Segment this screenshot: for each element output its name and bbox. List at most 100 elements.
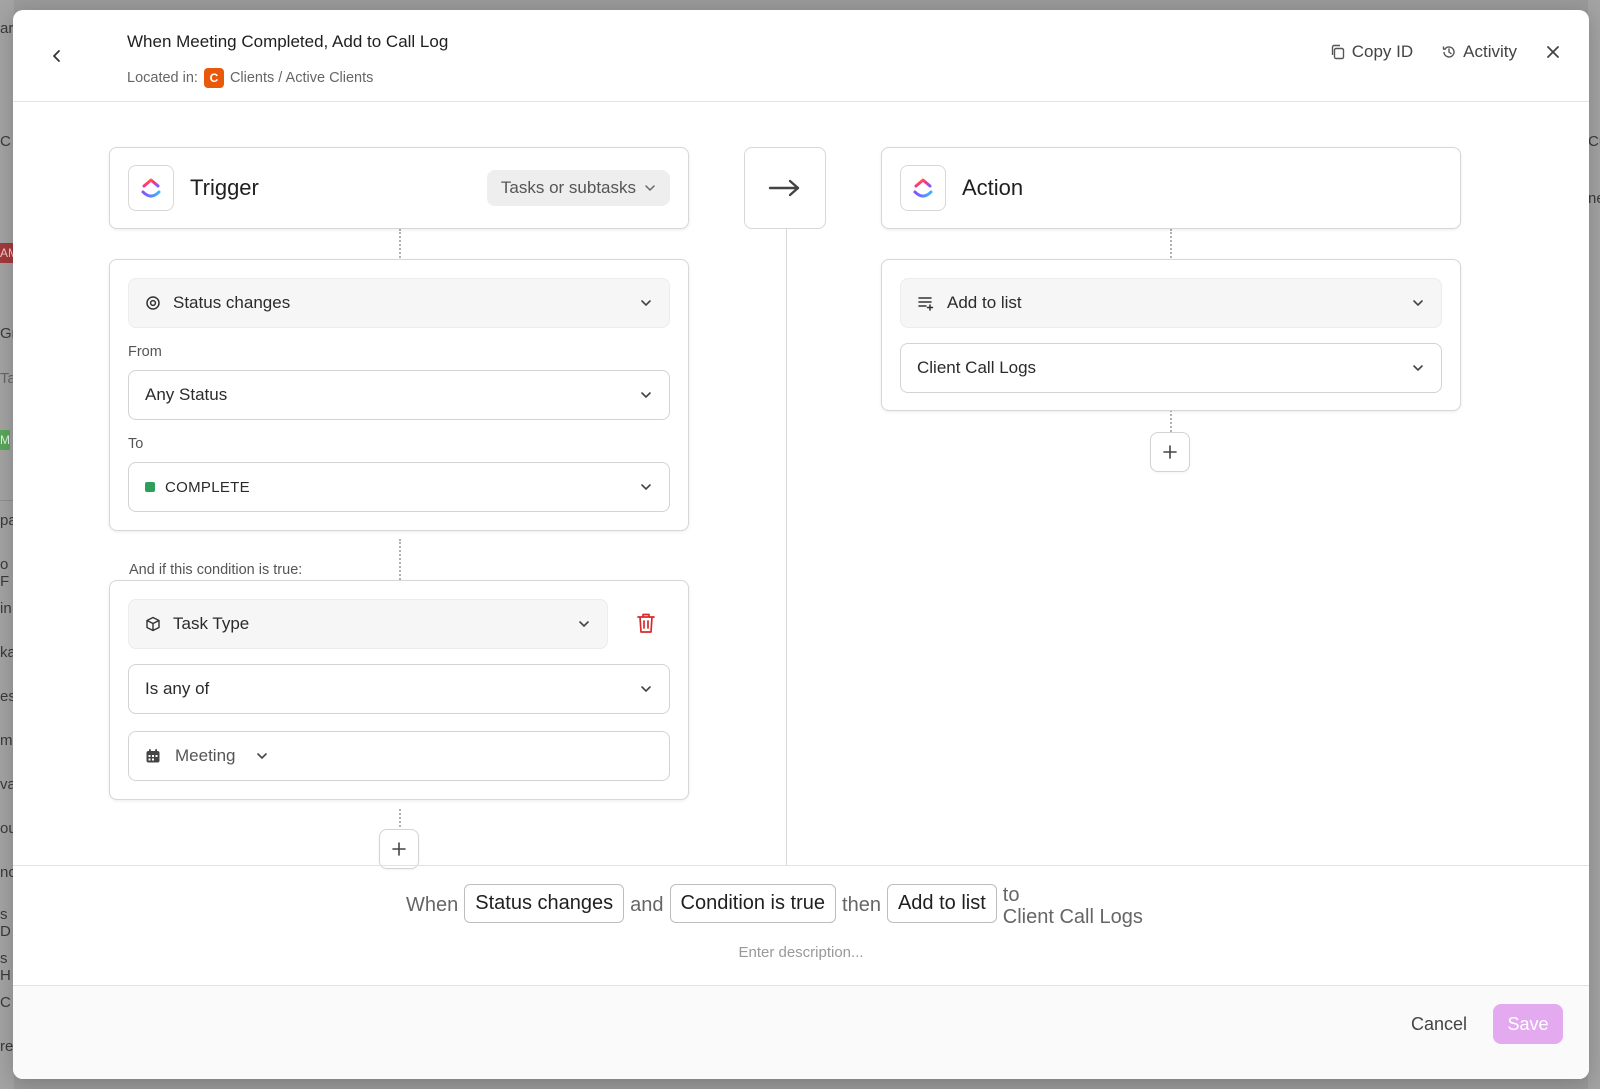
bg-fragment: in xyxy=(0,600,12,617)
history-icon xyxy=(1442,46,1455,58)
chevron-down-icon xyxy=(1413,300,1423,307)
bg-fragment: ne xyxy=(1588,190,1600,207)
app-logo-icon xyxy=(900,165,946,211)
bg-fragment: ka xyxy=(0,644,14,661)
connector-line xyxy=(399,809,401,831)
space-avatar: C xyxy=(203,68,224,88)
bg-fragment: Gr xyxy=(0,325,14,342)
connector-line xyxy=(399,229,401,262)
summary-target-name: Client Call Logs xyxy=(1002,906,1143,928)
description-input[interactable]: Enter description... xyxy=(13,944,1589,961)
action-card: Action xyxy=(881,147,1461,229)
connector-line xyxy=(1170,229,1172,262)
location-path[interactable]: Clients / Active Clients xyxy=(230,70,373,86)
bg-fragment: M xyxy=(0,430,10,450)
condition-card: Task Type Is any of Meeting xyxy=(109,580,689,800)
chevron-left-icon xyxy=(53,50,60,62)
summary-trigger-chip[interactable]: Status changes xyxy=(464,884,625,923)
connector-line xyxy=(1170,410,1172,432)
plus-icon xyxy=(1163,445,1177,459)
chevron-down-icon xyxy=(641,392,651,399)
bg-fragment: es xyxy=(0,688,14,705)
status-target-icon xyxy=(146,296,160,310)
bg-fragment: C xyxy=(0,133,11,150)
bg-fragment: me xyxy=(0,732,14,749)
trigger-card: Trigger Tasks or subtasks xyxy=(109,147,689,229)
cube-icon xyxy=(146,616,160,632)
back-button[interactable] xyxy=(45,44,69,68)
chevron-down-icon xyxy=(579,621,589,628)
add-action-button[interactable] xyxy=(1150,432,1190,472)
summary-to: to xyxy=(1002,884,1020,906)
delete-condition-button[interactable] xyxy=(636,612,656,639)
summary-when: When xyxy=(406,894,459,916)
bg-fragment: o F xyxy=(0,556,10,590)
summary-and: and xyxy=(630,894,664,916)
action-type-select[interactable]: Add to list xyxy=(900,278,1442,328)
condition-operator-value: Is any of xyxy=(145,679,210,698)
trigger-scope-select[interactable]: Tasks or subtasks xyxy=(486,170,670,206)
bg-fragment: ar xyxy=(0,20,14,37)
from-status-select[interactable]: Any Status xyxy=(128,370,670,420)
copy-id-label: Copy ID xyxy=(1351,42,1414,61)
add-condition-button[interactable] xyxy=(379,829,419,869)
summary-condition-chip[interactable]: Condition is true xyxy=(669,884,837,923)
calendar-icon xyxy=(146,749,160,763)
to-status-select[interactable]: COMPLETE xyxy=(128,462,670,512)
flow-arrow xyxy=(744,147,826,229)
condition-label: And if this condition is true: xyxy=(129,562,303,578)
save-button[interactable]: Save xyxy=(1493,1004,1563,1044)
from-status-value: Any Status xyxy=(145,385,228,404)
summary-action-chip[interactable]: Add to list xyxy=(886,884,997,923)
action-type-value: Add to list xyxy=(947,293,1022,312)
automation-canvas: Trigger Tasks or subtasks Action Status … xyxy=(13,102,1589,869)
chevron-down-icon xyxy=(257,753,268,760)
background-left-edge: ar C AM Gr Ta M pa o F in ka es me va ou… xyxy=(0,0,14,1089)
condition-field-value: Task Type xyxy=(173,614,250,633)
chevron-down-icon xyxy=(645,185,655,192)
activity-button[interactable]: Activity xyxy=(1441,42,1517,62)
close-button[interactable] xyxy=(1545,44,1561,60)
from-label: From xyxy=(128,344,162,360)
condition-value-field[interactable]: Meeting xyxy=(128,731,670,781)
summary-then: then xyxy=(842,894,881,916)
modal-footer: Cancel Save xyxy=(13,985,1589,1079)
action-title: Action xyxy=(962,175,1024,200)
trash-icon xyxy=(637,613,655,633)
chevron-down-icon xyxy=(641,686,651,693)
bg-fragment: va xyxy=(0,776,14,793)
location-breadcrumb: Located in: C Clients / Active Clients xyxy=(127,68,373,88)
plus-icon xyxy=(392,842,406,856)
location-label: Located in: xyxy=(127,70,198,86)
center-divider xyxy=(786,229,787,865)
list-add-icon xyxy=(918,297,934,311)
copy-id-button[interactable]: Copy ID xyxy=(1330,42,1413,62)
trigger-event-select[interactable]: Status changes xyxy=(128,278,670,328)
bg-fragment: ou xyxy=(0,820,14,837)
automation-editor-modal: When Meeting Completed, Add to Call Log … xyxy=(13,10,1589,1079)
action-details-card: Add to list Client Call Logs xyxy=(881,259,1461,411)
condition-operator-select[interactable]: Is any of xyxy=(128,664,670,714)
condition-field-select[interactable]: Task Type xyxy=(128,599,608,649)
bg-fragment: s D xyxy=(0,906,11,940)
summary-target: to Client Call Logs xyxy=(1003,884,1143,928)
trigger-title: Trigger xyxy=(190,175,259,200)
chevron-down-icon xyxy=(641,300,651,307)
bg-fragment: Cu xyxy=(1588,133,1600,150)
background-right-edge: Cu ne xyxy=(1588,0,1600,1089)
header-actions: Copy ID Activity xyxy=(1330,42,1561,62)
close-icon xyxy=(1547,46,1559,58)
target-list-value: Client Call Logs xyxy=(917,358,1037,377)
condition-value: Meeting xyxy=(175,746,236,765)
target-list-select[interactable]: Client Call Logs xyxy=(900,343,1442,393)
bg-fragment: nc xyxy=(0,864,14,881)
cancel-button[interactable]: Cancel xyxy=(1411,1014,1467,1035)
trigger-scope-value: Tasks or subtasks xyxy=(500,178,636,197)
to-status-value: COMPLETE xyxy=(165,478,250,496)
arrow-right-icon xyxy=(768,179,800,197)
automation-title: When Meeting Completed, Add to Call Log xyxy=(127,32,449,51)
copy-icon xyxy=(1331,44,1344,60)
chevron-down-icon xyxy=(641,484,651,491)
bg-fragment: C xyxy=(0,994,11,1011)
app-logo-icon xyxy=(128,165,174,211)
